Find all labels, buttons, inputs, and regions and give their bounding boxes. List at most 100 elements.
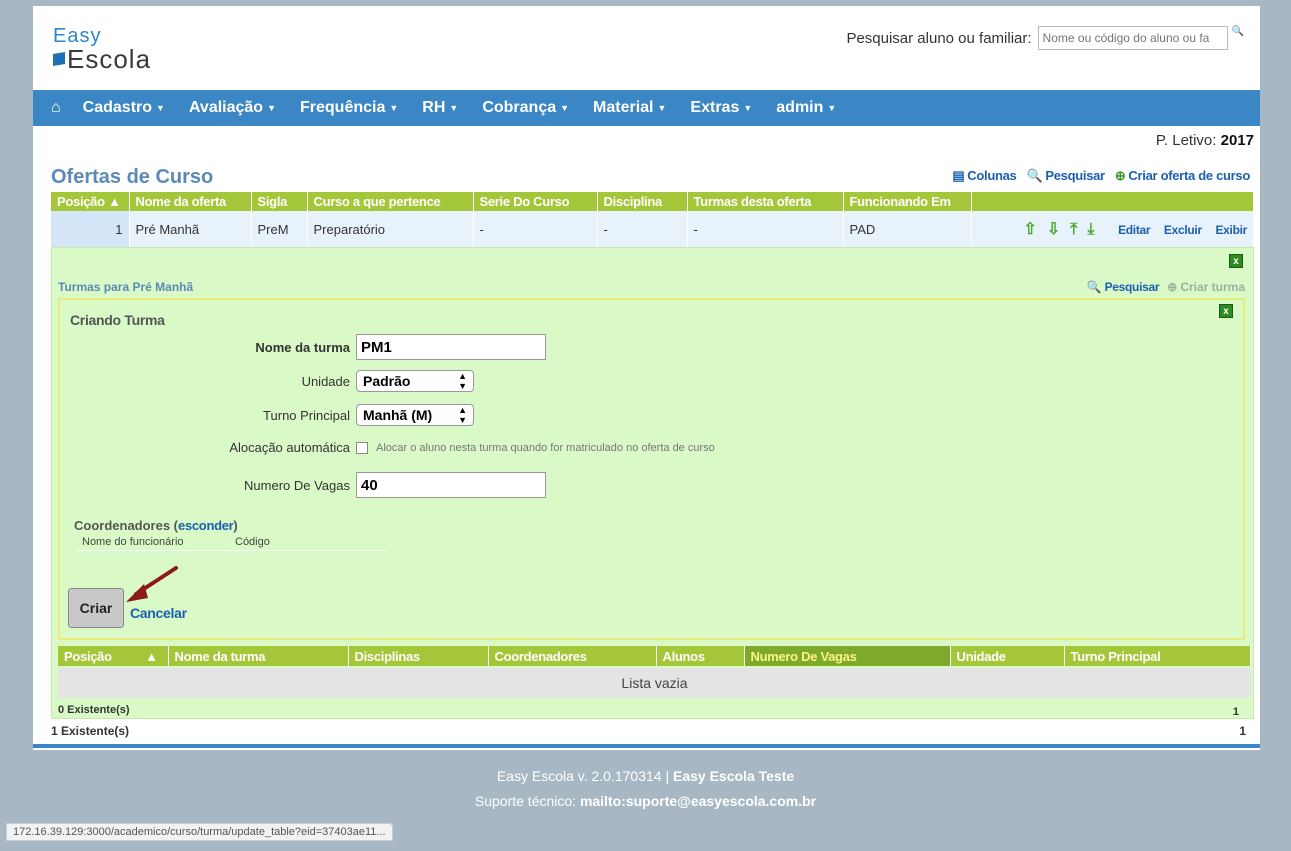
move-top-icon[interactable]: ⤒: [1070, 221, 1077, 238]
cell-actions: ⇧ ⇩ ⤒ ⤓ Editar Excluir Exibir: [971, 211, 1254, 247]
ofertas-page-number[interactable]: 1: [1239, 724, 1246, 738]
chevron-updown-icon: ▲ ▼: [458, 405, 467, 425]
turno-row: Turno Principal Manhã (M) ▲ ▼: [60, 404, 474, 426]
chevron-down-icon: ▼: [657, 102, 667, 113]
pesquisar-label: Pesquisar: [1045, 168, 1105, 183]
turmas-page-number[interactable]: 1: [1233, 706, 1239, 718]
col-sigla[interactable]: Sigla: [251, 192, 308, 211]
page: Easy Escola Pesquisar aluno ou familiar:…: [33, 6, 1260, 750]
main-navbar: ⌂ Cadastro ▼ Avaliação ▼ Frequência ▼ RH ▼ C…: [33, 90, 1260, 126]
header-label: Posição: [64, 648, 112, 664]
turmas-actions: 🔍 Pesquisar ⊕ Criar turma: [1087, 280, 1245, 294]
colunas-label: Colunas: [967, 168, 1017, 183]
nav-material[interactable]: Material ▼: [593, 99, 666, 117]
coordenadores-header: Nome do funcionário Código: [76, 536, 386, 551]
search-icon[interactable]: 🔍: [1232, 26, 1244, 37]
criar-oferta-link[interactable]: ⊕ Criar oferta de curso: [1115, 168, 1250, 184]
logo-escola: Escola: [53, 46, 151, 72]
col-posicao[interactable]: Posição ▲: [51, 192, 130, 211]
nav-admin[interactable]: admin ▼: [776, 99, 836, 117]
col-disciplinas[interactable]: Disciplinas: [348, 646, 489, 666]
col-unidade[interactable]: Unidade: [950, 646, 1065, 666]
unidade-select[interactable]: Padrão ▲ ▼: [356, 370, 474, 392]
chevron-down-icon: ▼: [389, 102, 399, 113]
cell-posicao: 1: [51, 211, 130, 247]
ofertas-count: 1 Existente(s): [51, 724, 130, 738]
excluir-link[interactable]: Excluir: [1164, 223, 1202, 237]
chevron-down-icon: ▼: [267, 102, 276, 113]
nav-label: Extras: [690, 99, 740, 116]
form-title: Criando Turma: [70, 312, 165, 328]
alocacao-label: Alocação automática: [229, 440, 350, 455]
periodo-letivo: P. Letivo: 2017: [1156, 132, 1254, 149]
nav-avaliacao[interactable]: Avaliação ▼: [189, 99, 276, 117]
close-icon[interactable]: x: [1229, 254, 1243, 268]
move-up-icon[interactable]: ⇧: [1023, 221, 1036, 238]
turmas-table: Posição ▲ Nome da turma Disciplinas Coor…: [58, 646, 1251, 666]
footer-version: Easy Escola v. 2.0.170314 |: [496, 768, 670, 784]
pesquisar-link[interactable]: 🔍 Pesquisar: [1026, 168, 1105, 184]
col-turmas[interactable]: Turmas desta oferta: [687, 192, 844, 211]
add-icon: ⊕: [1167, 280, 1178, 294]
col-coordenadores[interactable]: Coordenadores: [488, 646, 657, 666]
search-input[interactable]: [1037, 26, 1228, 50]
nome-turma-input[interactable]: [356, 334, 546, 360]
col-funcionando[interactable]: Funcionando Em: [843, 192, 972, 211]
esconder-link[interactable]: esconder: [178, 518, 234, 533]
close-icon[interactable]: x: [1219, 304, 1233, 318]
vagas-label: Numero De Vagas: [244, 477, 350, 493]
col-disciplina[interactable]: Disciplina: [597, 192, 688, 211]
cell-curso: Preparatório: [307, 211, 474, 247]
page-title: Ofertas de Curso: [51, 166, 214, 188]
nav-extras[interactable]: Extras ▼: [690, 99, 752, 117]
cell-disciplina: -: [597, 211, 688, 247]
vagas-input[interactable]: [356, 472, 546, 498]
nav-cadastro[interactable]: Cadastro ▼: [83, 99, 165, 117]
nav-cobranca[interactable]: Cobrança ▼: [482, 99, 569, 117]
col-nome-oferta[interactable]: Nome da oferta: [129, 192, 252, 211]
exibir-link[interactable]: Exibir: [1215, 223, 1247, 237]
chevron-down-icon: ▼: [449, 102, 459, 113]
turmas-title: Turmas para Pré Manhã: [58, 280, 194, 294]
unidade-value: Padrão: [363, 373, 411, 389]
unidade-label: Unidade: [301, 373, 350, 389]
col-actions: [971, 192, 1254, 211]
turno-select[interactable]: Manhã (M) ▲ ▼: [356, 404, 474, 426]
alocacao-checkbox[interactable]: [356, 441, 368, 454]
col-serie[interactable]: Serie Do Curso: [473, 192, 598, 211]
section-actions: ▤ Colunas 🔍 Pesquisar ⊕ Criar oferta de cur…: [952, 168, 1250, 184]
cell-serie: -: [473, 211, 598, 247]
col-numero-vagas[interactable]: Numero De Vagas: [744, 646, 951, 666]
coord-col-nome: Nome do funcionário: [82, 536, 184, 548]
easy-escola-logo[interactable]: Easy Escola: [53, 26, 151, 72]
editar-link[interactable]: Editar: [1118, 223, 1151, 237]
criar-turma-link: ⊕ Criar turma: [1167, 280, 1245, 294]
nav-label: RH: [422, 99, 446, 116]
col-nome-turma[interactable]: Nome da turma: [168, 646, 349, 666]
periodo-label: P. Letivo:: [1155, 132, 1217, 149]
col-turno-principal[interactable]: Turno Principal: [1064, 646, 1251, 666]
alocacao-row: Alocação automática Alocar o aluno nesta…: [60, 440, 714, 455]
nav-frequencia[interactable]: Frequência ▼: [300, 99, 398, 117]
search-icon: 🔍: [1086, 280, 1102, 294]
cancelar-link[interactable]: Cancelar: [130, 605, 187, 621]
home-icon[interactable]: ⌂: [51, 99, 61, 117]
col-posicao[interactable]: Posição ▲: [58, 646, 169, 666]
criar-button[interactable]: Criar: [68, 588, 124, 628]
chevron-down-icon: ▼: [156, 102, 165, 113]
move-down-icon[interactable]: ⇩: [1047, 221, 1060, 238]
col-curso[interactable]: Curso a que pertence: [307, 192, 474, 211]
colunas-link[interactable]: ▤ Colunas: [952, 168, 1016, 184]
col-alunos[interactable]: Alunos: [656, 646, 745, 666]
sort-up-icon: ▲: [145, 648, 158, 664]
move-bottom-icon[interactable]: ⤓: [1087, 221, 1094, 238]
unidade-row: Unidade Padrão ▲ ▼: [60, 370, 474, 392]
cell-nome: Pré Manhã: [129, 211, 252, 247]
support-email-link[interactable]: mailto:suporte@easyescola.com.br: [580, 793, 816, 809]
reorder-arrows: ⇧ ⇩ ⤒ ⤓: [1023, 221, 1108, 238]
table-row[interactable]: 1 Pré Manhã PreM Preparatório - - - PAD …: [51, 211, 1254, 247]
periodo-value: 2017: [1220, 132, 1254, 149]
nome-row: Nome da turma: [60, 334, 546, 360]
nav-rh[interactable]: RH ▼: [422, 99, 458, 117]
turmas-pesquisar-link[interactable]: 🔍 Pesquisar: [1086, 280, 1160, 294]
